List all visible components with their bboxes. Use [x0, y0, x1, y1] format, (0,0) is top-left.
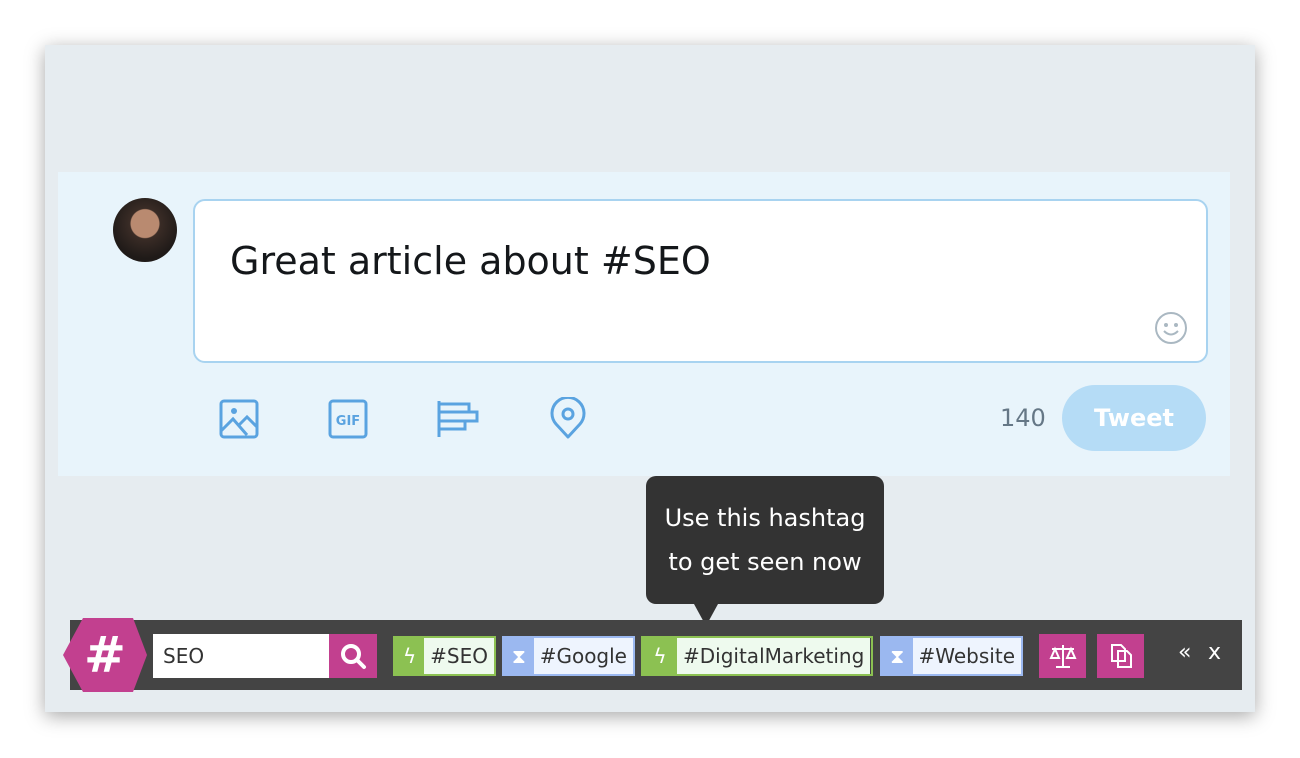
tag-label: #DigitalMarketing — [677, 638, 871, 674]
search-icon — [341, 644, 366, 669]
copy-button[interactable] — [1097, 634, 1144, 678]
gif-icon[interactable]: GIF — [326, 397, 370, 441]
copy-icon — [1110, 644, 1132, 668]
hashtag-tag[interactable]: ϟ #DigitalMarketing — [641, 636, 873, 676]
image-icon[interactable] — [217, 397, 261, 441]
tweet-text: Great article about #SEO — [230, 239, 711, 283]
hashtag-tooltip: Use this hashtag to get seen now — [646, 476, 884, 626]
close-button[interactable]: x — [1208, 640, 1221, 665]
location-icon[interactable] — [546, 397, 590, 441]
collapse-button[interactable]: « — [1178, 640, 1191, 665]
tweet-button[interactable]: Tweet — [1062, 385, 1206, 451]
tweet-textbox[interactable]: Great article about #SEO — [193, 199, 1208, 363]
svg-text:#: # — [84, 626, 126, 684]
tag-label: #Google — [533, 638, 633, 674]
compare-button[interactable] — [1039, 634, 1086, 678]
poll-icon[interactable] — [435, 397, 479, 441]
hashtag-tag[interactable]: ⧗ #Website — [880, 636, 1023, 676]
lightning-icon: ϟ — [643, 638, 677, 674]
character-count: 140 — [1000, 404, 1046, 432]
hashtag-logo-icon: # — [63, 618, 147, 692]
svg-text:GIF: GIF — [336, 414, 360, 429]
lightning-icon: ϟ — [395, 638, 425, 674]
hashtag-search-input[interactable] — [153, 634, 329, 678]
hashtag-tag[interactable]: ϟ #SEO — [393, 636, 496, 676]
tag-label: #Website — [912, 638, 1021, 674]
tooltip-line: Use this hashtag — [664, 504, 866, 532]
hourglass-icon: ⧗ — [882, 638, 913, 674]
tooltip-line: to get seen now — [668, 548, 862, 576]
search-button[interactable] — [329, 634, 377, 678]
avatar[interactable] — [113, 198, 177, 262]
tag-label: #SEO — [424, 638, 494, 674]
scale-icon — [1048, 645, 1077, 668]
hourglass-icon: ⧗ — [504, 638, 534, 674]
hashtag-tag[interactable]: ⧗ #Google — [502, 636, 635, 676]
emoji-icon[interactable] — [1154, 311, 1188, 345]
